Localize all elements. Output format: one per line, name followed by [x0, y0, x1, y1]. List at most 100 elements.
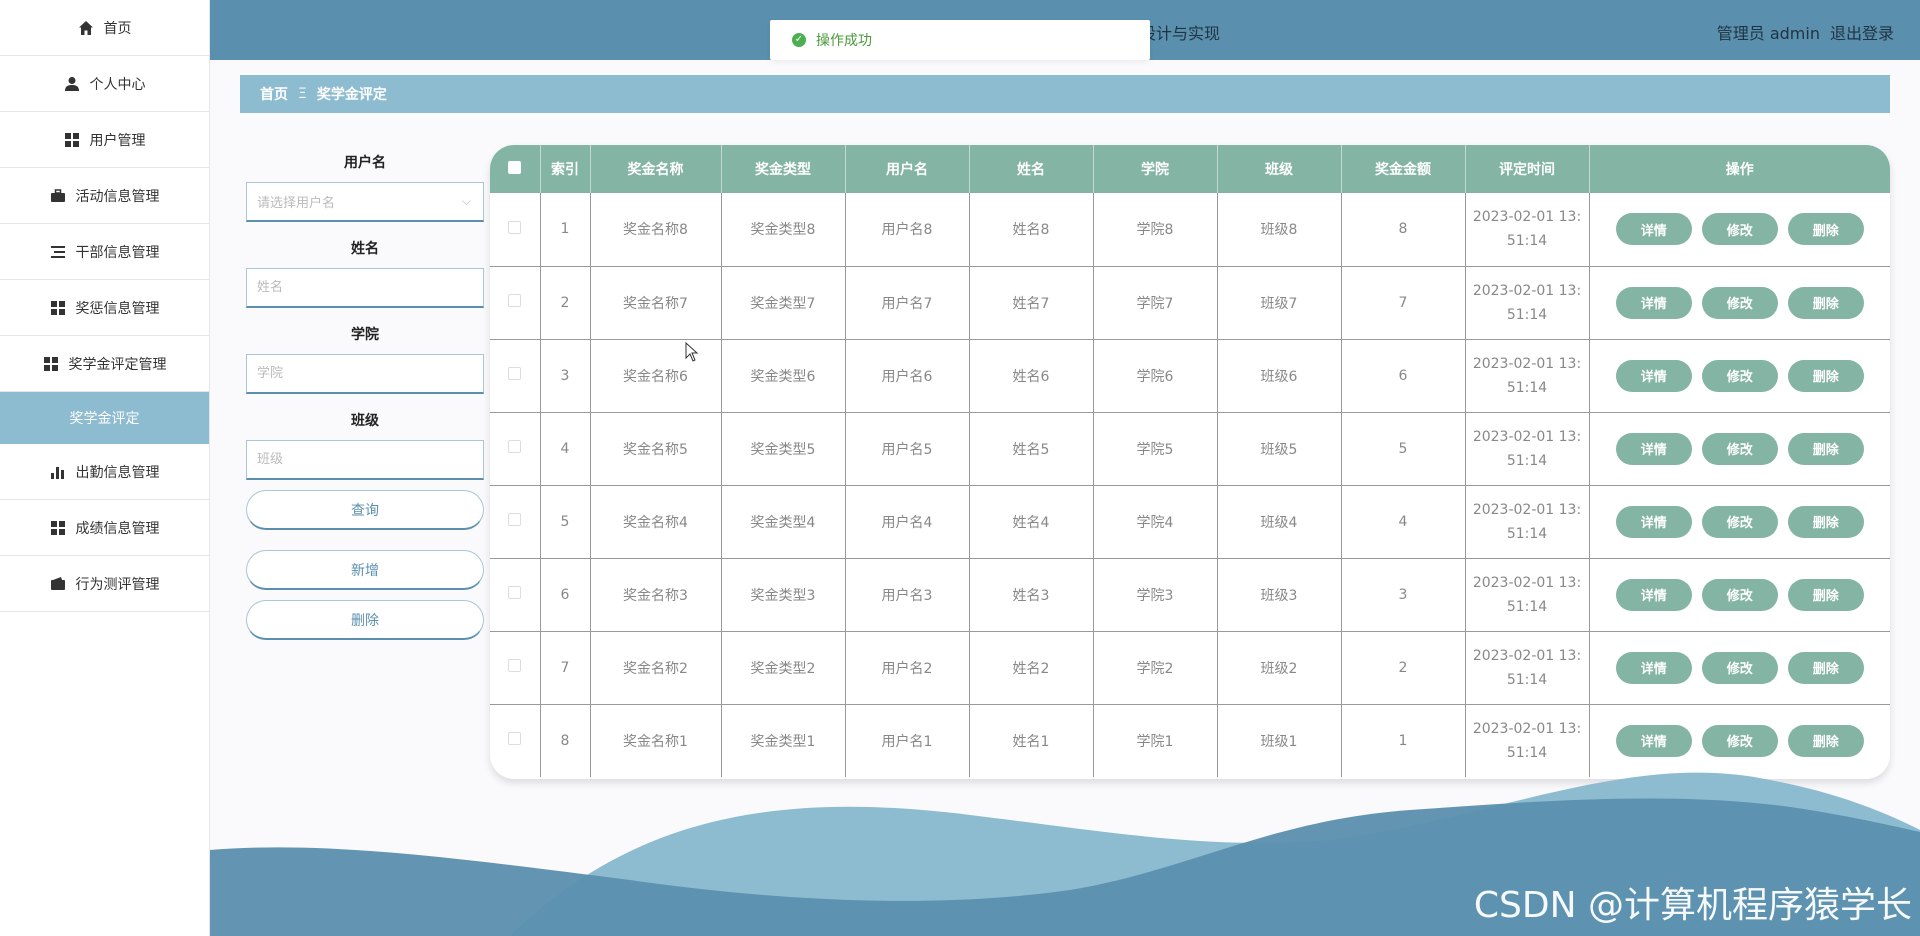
toast-message: 操作成功 [816, 33, 872, 49]
username-select[interactable]: 请选择用户名 ⌵ [246, 182, 484, 222]
check-circle-icon: ✓ [792, 33, 806, 47]
class-field-wrap [246, 440, 484, 480]
edit-button[interactable]: 修改 [1701, 286, 1778, 319]
sidebar-item-rewards[interactable]: 奖惩信息管理 [0, 280, 209, 336]
delete-button[interactable]: 删除 [1787, 432, 1864, 465]
time-line-1: 2023-02-01 13: [1472, 282, 1582, 299]
row-checkbox[interactable] [508, 513, 522, 526]
time-line-2: 51:14 [1506, 379, 1548, 396]
delete-button[interactable]: 删除 [1787, 651, 1864, 684]
cell-class: 班级5 [1217, 412, 1342, 486]
sidebar-item-scholarship-mgmt[interactable]: 奖学金评定管理 [0, 336, 209, 392]
name-input[interactable] [257, 280, 483, 295]
edit-button[interactable]: 修改 [1701, 651, 1778, 684]
row-select-cell [490, 558, 541, 632]
delete-button[interactable]: 删除 [1787, 505, 1864, 538]
cell-index: 1 [540, 193, 591, 267]
detail-button[interactable]: 详情 [1615, 505, 1692, 538]
cell-college: 学院3 [1093, 558, 1218, 632]
delete-button[interactable]: 删除 [1787, 359, 1864, 392]
briefcase-icon [50, 188, 65, 202]
sidebar-item-users[interactable]: 用户管理 [0, 112, 209, 168]
success-toast: ✓ 操作成功 [770, 20, 1150, 60]
sidebar-item-home[interactable]: 首页 [0, 0, 209, 56]
row-checkbox[interactable] [508, 732, 522, 746]
cell-type: 奖金类型6 [721, 339, 846, 413]
cell-time: 2023-02-01 13: 51:14 [1465, 412, 1590, 486]
row-checkbox[interactable] [508, 220, 522, 234]
row-actions: 详情 修改 删除 [1590, 651, 1891, 684]
logout-link[interactable]: 退出登录 [1830, 20, 1894, 44]
row-select-cell [490, 339, 541, 413]
edit-button[interactable]: 修改 [1701, 359, 1778, 392]
cell-username: 用户名7 [845, 266, 970, 340]
breadcrumb-home[interactable]: 首页 [260, 84, 288, 104]
detail-button[interactable]: 详情 [1615, 651, 1692, 684]
cell-index: 6 [540, 558, 591, 632]
cell-college: 学院5 [1093, 412, 1218, 486]
cell-name: 奖金名称7 [590, 266, 722, 340]
detail-button[interactable]: 详情 [1615, 213, 1692, 246]
col-header: 姓名 [969, 145, 1094, 193]
sidebar-item-profile[interactable]: 个人中心 [0, 56, 209, 112]
edit-button[interactable]: 修改 [1701, 432, 1778, 465]
cell-username: 用户名8 [845, 193, 970, 267]
delete-button[interactable]: 删除 [1787, 578, 1864, 611]
time-line-2: 51:14 [1506, 525, 1548, 542]
row-checkbox[interactable] [508, 586, 522, 599]
detail-button[interactable]: 详情 [1615, 578, 1692, 611]
edit-button[interactable]: 修改 [1701, 578, 1778, 611]
time-line-1: 2023-02-01 13: [1472, 574, 1582, 591]
class-input[interactable] [257, 452, 483, 467]
detail-button[interactable]: 详情 [1615, 286, 1692, 319]
cell-realname: 姓名7 [969, 266, 1094, 340]
select-all-checkbox[interactable] [508, 160, 522, 174]
delete-button[interactable]: 删除 [1787, 724, 1864, 757]
row-checkbox[interactable] [508, 659, 522, 672]
detail-button[interactable]: 详情 [1615, 359, 1692, 392]
row-actions: 详情 修改 删除 [1590, 505, 1891, 538]
add-button[interactable]: 新增 [246, 550, 484, 590]
sidebar-item-label: 用户管理 [89, 132, 146, 149]
delete-button[interactable]: 删除 [1787, 213, 1864, 246]
username-select-placeholder: 请选择用户名 [257, 196, 336, 211]
college-input[interactable] [257, 366, 483, 381]
sidebar-item-label: 活动信息管理 [75, 188, 160, 205]
sidebar-item-scholarship-eval[interactable]: 奖学金评定 [0, 392, 209, 444]
sidebar-item-activities[interactable]: 活动信息管理 [0, 168, 209, 224]
edit-button[interactable]: 修改 [1701, 213, 1778, 246]
select-all-cell [490, 145, 541, 193]
grid-icon [64, 132, 79, 147]
row-actions: 详情 修改 删除 [1590, 578, 1891, 611]
cell-college: 学院4 [1093, 485, 1218, 559]
row-checkbox[interactable] [508, 440, 522, 453]
cell-realname: 姓名8 [969, 193, 1094, 267]
sidebar-item-label: 个人中心 [89, 76, 146, 93]
grid-icon [43, 356, 58, 371]
sidebar-item-grades[interactable]: 成绩信息管理 [0, 500, 209, 556]
cell-realname: 姓名4 [969, 485, 1094, 559]
delete-button[interactable]: 删除 [1787, 286, 1864, 319]
detail-button[interactable]: 详情 [1615, 432, 1692, 465]
cell-actions: 详情 修改 删除 [1589, 631, 1891, 705]
batch-delete-button[interactable]: 删除 [246, 600, 484, 640]
edit-button[interactable]: 修改 [1701, 724, 1778, 757]
row-actions: 详情 修改 删除 [1590, 359, 1891, 392]
row-checkbox[interactable] [508, 367, 522, 380]
sidebar-item-label: 出勤信息管理 [75, 464, 160, 481]
cell-username: 用户名5 [845, 412, 970, 486]
header-title: 设计与实现 [1140, 24, 1221, 43]
cell-time: 2023-02-01 13: 51:14 [1465, 266, 1590, 340]
edit-button[interactable]: 修改 [1701, 505, 1778, 538]
cell-index: 7 [540, 631, 591, 705]
sidebar-item-behavior[interactable]: 行为测评管理 [0, 556, 209, 612]
row-checkbox[interactable] [508, 294, 522, 307]
search-button[interactable]: 查询 [246, 490, 484, 530]
sidebar-item-cadres[interactable]: 干部信息管理 [0, 224, 209, 280]
table-row: 3 奖金名称6 奖金类型6 用户名6 姓名6 学院6 班级6 6 2023-02-01 13: 5… [490, 339, 1891, 413]
sidebar-item-attendance[interactable]: 出勤信息管理 [0, 444, 209, 500]
cell-class: 班级8 [1217, 193, 1342, 267]
detail-button[interactable]: 详情 [1615, 724, 1692, 757]
time-line-1: 2023-02-01 13: [1472, 647, 1582, 664]
cell-amount: 5 [1341, 412, 1466, 486]
